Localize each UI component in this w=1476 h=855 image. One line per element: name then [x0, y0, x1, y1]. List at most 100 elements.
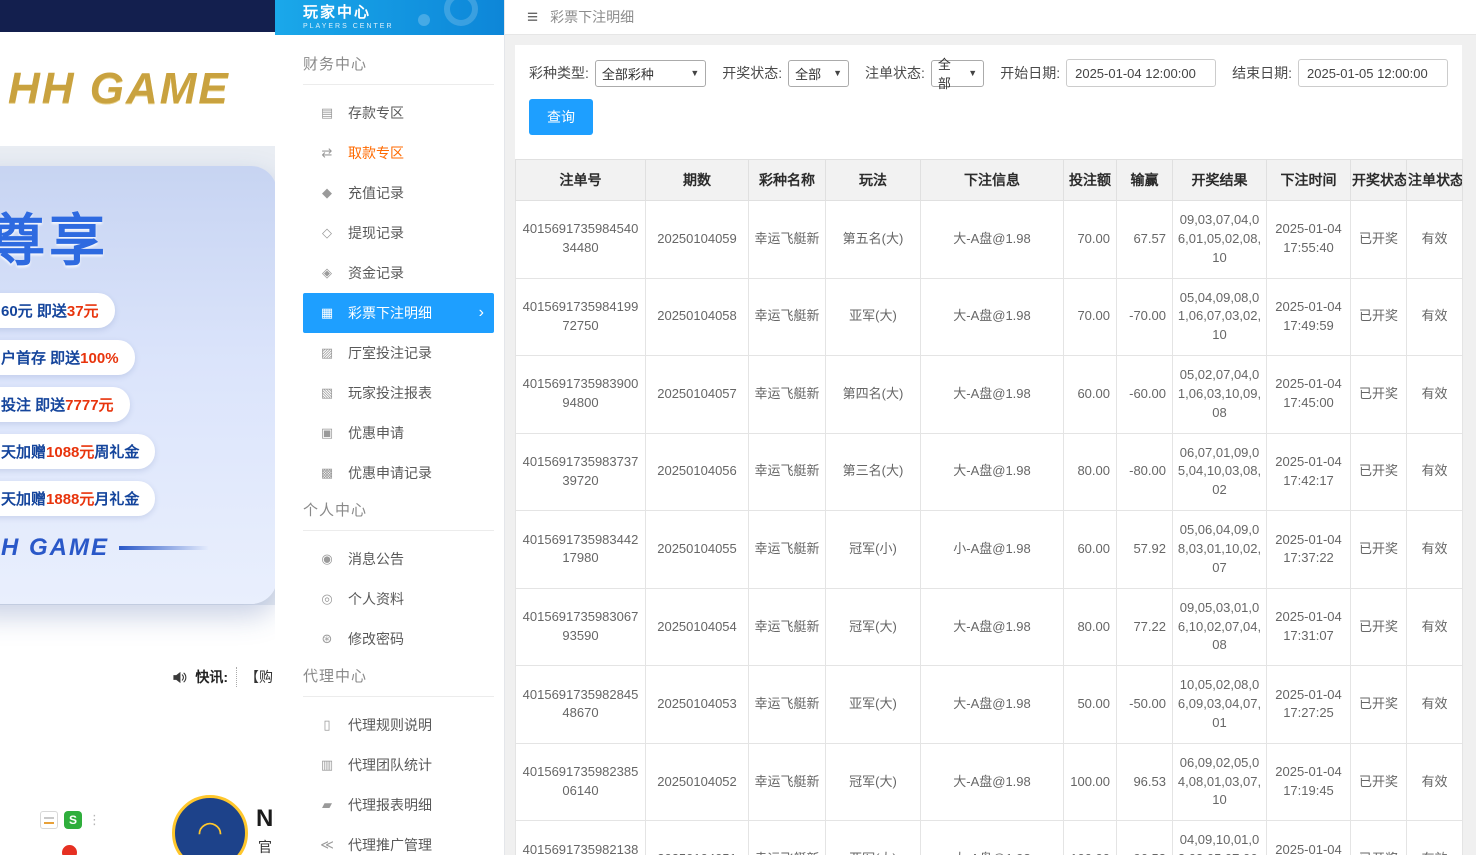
withdrawal-record-icon: ◇	[319, 225, 335, 241]
sidebar-item-promo-apply[interactable]: ▣优惠申请	[303, 413, 494, 453]
cell-play: 亚军(大)	[826, 278, 921, 356]
cell-bet_info: 大-A盘@1.98	[921, 278, 1064, 356]
cell-result: 05,02,07,04,01,06,03,10,09,08	[1173, 356, 1267, 434]
cell-draw_status: 已开奖	[1351, 433, 1407, 511]
column-header: 投注额	[1064, 160, 1117, 201]
cell-bet_info: 大-A盘@1.98	[921, 588, 1064, 666]
sidebar-item-label: 玩家投注报表	[348, 383, 484, 403]
bridge-arc-icon: ◠	[197, 818, 223, 848]
sidebar-item-label: 代理团队统计	[348, 755, 484, 775]
chevron-down-icon: ▼	[833, 68, 842, 78]
end-date-input[interactable]	[1298, 59, 1448, 87]
cell-period: 20250104059	[646, 201, 749, 279]
profile-icon: ◎	[319, 591, 335, 607]
sidebar-item-label: 取款专区	[348, 143, 484, 163]
cell-bet_no: 401569173598454034480	[516, 201, 646, 279]
sidebar-item-lottery-bet-detail[interactable]: ▦彩票下注明细›	[303, 293, 494, 333]
cell-result: 05,06,04,09,08,03,01,10,02,07	[1173, 511, 1267, 589]
promo-badge: 天加赠1888元月礼金	[0, 481, 155, 516]
news-ticker: 快讯: 【购	[0, 660, 275, 694]
cell-amount: 100.00	[1064, 821, 1117, 855]
promo-brand-text: H GAME	[1, 534, 109, 562]
column-header: 玩法	[826, 160, 921, 201]
cell-lottery: 幸运飞艇新	[749, 743, 826, 821]
sidebar-item-withdraw[interactable]: ⇄取款专区	[303, 133, 494, 173]
cell-amount: 100.00	[1064, 743, 1117, 821]
cell-bet_status: 有效	[1407, 666, 1463, 744]
cell-bet_status: 有效	[1407, 821, 1463, 855]
draw-status-value: 全部	[795, 64, 821, 83]
promo-brand: H GAME	[1, 534, 275, 562]
cell-win_loss: -60.00	[1117, 356, 1173, 434]
cell-draw_status: 已开奖	[1351, 201, 1407, 279]
agent-team-icon: ▥	[319, 757, 335, 773]
draw-status-select[interactable]: 全部 ▼	[788, 60, 849, 87]
sidebar-item-deposit[interactable]: ▤存款专区	[303, 93, 494, 133]
cell-bet_info: 小-A盘@1.98	[921, 511, 1064, 589]
cell-bet_time: 2025-01-04 17:15:38	[1267, 821, 1351, 855]
promo-badge: 天加赠1088元周礼金	[0, 434, 155, 469]
column-header: 输赢	[1117, 160, 1173, 201]
cell-bet_time: 2025-01-04 17:45:00	[1267, 356, 1351, 434]
cell-bet_no: 401569173598390094800	[516, 356, 646, 434]
cell-play: 第四名(大)	[826, 356, 921, 434]
sidebar-item-withdrawal-record[interactable]: ◇提现记录	[303, 213, 494, 253]
cell-draw_status: 已开奖	[1351, 511, 1407, 589]
cell-bet_time: 2025-01-04 17:19:45	[1267, 743, 1351, 821]
sidebar-item-agent-promotion[interactable]: ≪代理推广管理	[303, 825, 494, 855]
sidebar-item-agent-team[interactable]: ▥ 代理团队统计	[303, 745, 494, 785]
cell-period: 20250104052	[646, 743, 749, 821]
query-row: 查询	[515, 87, 1462, 135]
promo-badge-list: 60元 即送37元户首存 即送100%投注 即送7777元天加赠1088元周礼金…	[1, 293, 275, 516]
start-date-input[interactable]	[1066, 59, 1216, 87]
cell-lottery: 幸运飞艇新	[749, 278, 826, 356]
sidebar-item-funds-record[interactable]: ◈资金记录	[303, 253, 494, 293]
sidebar-item-hall-bet-record[interactable]: ▨ 厅室投注记录	[303, 333, 494, 373]
cell-draw_status: 已开奖	[1351, 821, 1407, 855]
table-row: 40156917359821387879020250104051幸运飞艇新亚军(…	[516, 821, 1463, 855]
table-row: 40156917359828454867020250104053幸运飞艇新亚军(…	[516, 666, 1463, 744]
bubble-decoration	[418, 14, 430, 26]
cell-period: 20250104055	[646, 511, 749, 589]
query-button[interactable]: 查询	[529, 99, 593, 135]
team-name: NE	[256, 805, 275, 833]
sidebar-item-profile[interactable]: ◎个人资料	[303, 579, 494, 619]
sidebar-item-promo-apply-record[interactable]: ▩优惠申请记录	[303, 453, 494, 493]
cell-lottery: 幸运飞艇新	[749, 821, 826, 855]
sidebar-item-password[interactable]: ⊛修改密码	[303, 619, 494, 659]
cell-amount: 60.00	[1064, 511, 1117, 589]
sidebar-item-agent-rules[interactable]: ▯代理规则说明	[303, 705, 494, 745]
cell-lottery: 幸运飞艇新	[749, 666, 826, 744]
chevron-down-icon: ▼	[690, 68, 699, 78]
sidebar-item-label: 厅室投注记录	[348, 343, 484, 363]
ticker-text[interactable]: 【购	[236, 667, 273, 687]
ticker-label: 快讯:	[195, 667, 228, 687]
sidebar-item-announcement[interactable]: ◉消息公告	[303, 539, 494, 579]
chevron-down-icon: ▼	[968, 68, 977, 78]
cell-draw_status: 已开奖	[1351, 356, 1407, 434]
cell-result: 10,05,02,08,06,09,03,04,07,01	[1173, 666, 1267, 744]
cell-result: 04,09,10,01,02,03,05,07,06,08	[1173, 821, 1267, 855]
team-logo-row: ◠ NE 官	[0, 775, 275, 855]
cell-bet_no: 401569173598238506140	[516, 743, 646, 821]
cell-play: 第三名(大)	[826, 433, 921, 511]
cell-win_loss: -80.00	[1117, 433, 1173, 511]
agent-rules-icon: ▯	[319, 717, 335, 733]
cell-play: 亚军(大)	[826, 821, 921, 855]
lottery-type-select[interactable]: 全部彩种 ▼	[595, 60, 706, 87]
sidebar-item-recharge-record[interactable]: ◆充值记录	[303, 173, 494, 213]
sidebar-item-label: 代理推广管理	[348, 835, 484, 855]
sidebar-item-agent-report[interactable]: ▰代理报表明细	[303, 785, 494, 825]
cell-draw_status: 已开奖	[1351, 588, 1407, 666]
hamburger-menu-icon[interactable]: ≡	[527, 8, 538, 27]
bet-status-select[interactable]: 全部 ▼	[931, 60, 984, 87]
records-panel: 彩种类型: 全部彩种 ▼ 开奖状态: 全部 ▼ 注单状态: 全部 ▼	[515, 45, 1462, 855]
cell-win_loss: 57.92	[1117, 511, 1173, 589]
cell-amount: 60.00	[1064, 356, 1117, 434]
cell-period: 20250104057	[646, 356, 749, 434]
sidebar-item-player-bet-report[interactable]: ▧玩家投注报表	[303, 373, 494, 413]
promo-badge: 投注 即送7777元	[0, 387, 130, 422]
cell-result: 05,04,09,08,01,06,07,03,02,10	[1173, 278, 1267, 356]
cell-bet_info: 大-A盘@1.98	[921, 433, 1064, 511]
hall-bet-record-icon: ▨	[319, 345, 335, 361]
